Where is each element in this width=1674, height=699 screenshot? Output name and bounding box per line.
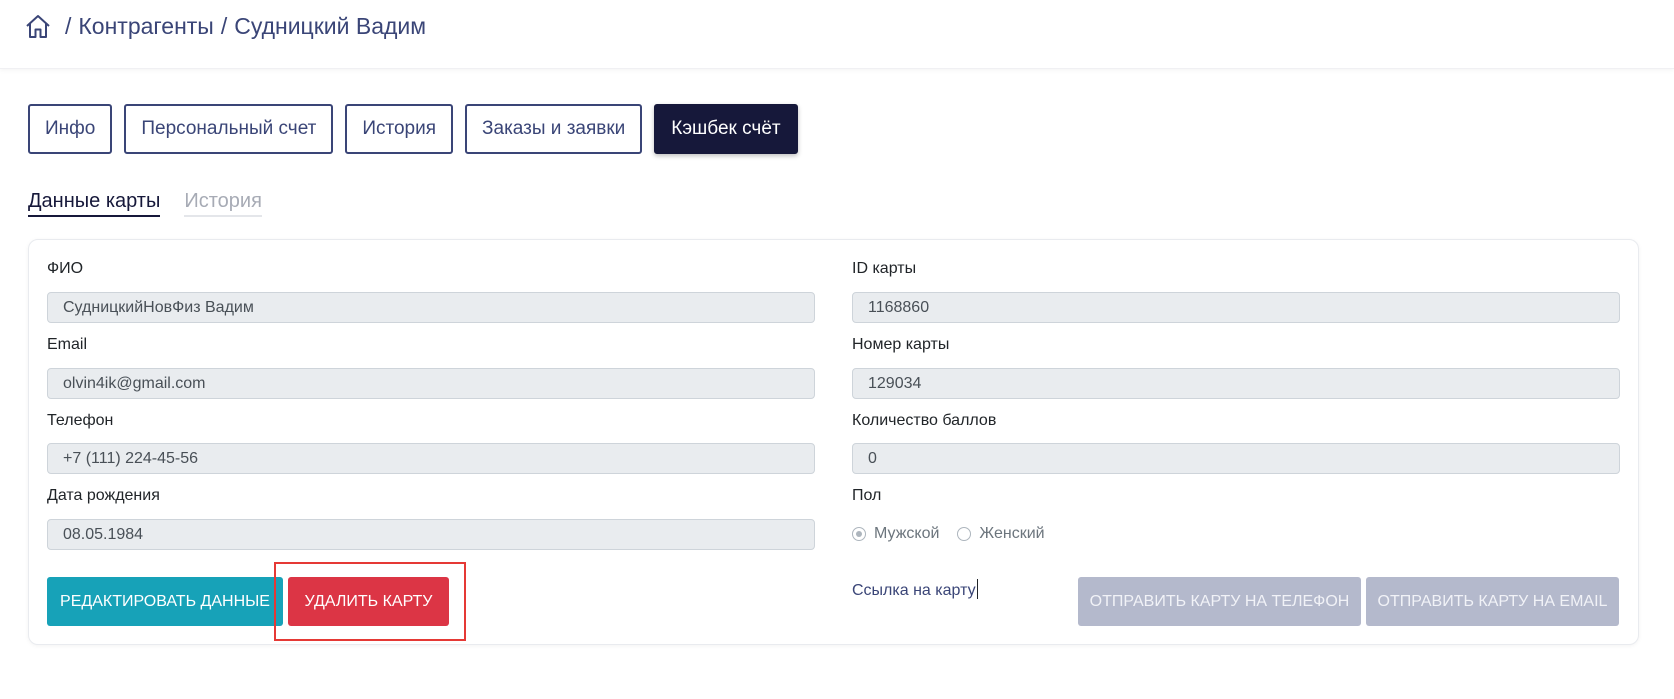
phone-field[interactable]: +7 (111) 224-45-56	[47, 443, 815, 474]
breadcrumb-current: Судницкий Вадим	[234, 12, 427, 39]
card-link[interactable]: Ссылка на карту	[852, 582, 976, 599]
tab-history[interactable]: История	[345, 104, 454, 154]
birth-date-field[interactable]: 08.05.1984	[47, 519, 815, 550]
delete-card-button[interactable]: УДАЛИТЬ КАРТУ	[288, 577, 449, 626]
card-id-label: ID карты	[852, 260, 917, 277]
points-field[interactable]: 0	[852, 443, 1620, 474]
tab-info[interactable]: Инфо	[28, 104, 113, 154]
email-field[interactable]: olvin4ik@gmail.com	[47, 368, 815, 399]
breadcrumb: / Контрагенты / Судницкий Вадим	[24, 12, 426, 40]
top-bar: / Контрагенты / Судницкий Вадим	[0, 0, 1674, 69]
tab-orders[interactable]: Заказы и заявки	[465, 104, 643, 154]
text-cursor	[976, 579, 978, 599]
send-card-to-phone-button[interactable]: ОТПРАВИТЬ КАРТУ НА ТЕЛЕФОН	[1078, 577, 1361, 626]
gender-male-label: Мужской	[874, 525, 940, 542]
subtab-bar: Данные карты История	[28, 190, 262, 217]
gender-female-option[interactable]: Женский	[957, 525, 1045, 543]
radio-unchecked-icon[interactable]	[957, 527, 972, 541]
tab-bar: Инфо Персональный счет История Заказы и …	[28, 104, 798, 154]
gender-label: Пол	[852, 487, 882, 504]
card-id-field[interactable]: 1168860	[852, 292, 1620, 323]
radio-checked-icon[interactable]	[852, 527, 866, 541]
phone-label: Телефон	[47, 412, 114, 429]
points-label: Количество баллов	[852, 412, 997, 429]
tab-personal-account[interactable]: Персональный счет	[124, 104, 334, 154]
edit-data-button[interactable]: РЕДАКТИРОВАТЬ ДАННЫЕ	[47, 577, 283, 626]
birth-date-label: Дата рождения	[47, 487, 160, 504]
home-icon[interactable]	[24, 12, 52, 40]
card-link-area: Ссылка на карту	[852, 579, 978, 600]
card-number-field[interactable]: 129034	[852, 368, 1620, 399]
email-label: Email	[47, 336, 88, 353]
gender-male-option[interactable]: Мужской	[852, 525, 939, 543]
gender-radio-group: Мужской Женский	[852, 525, 1045, 543]
subtab-history[interactable]: История	[184, 190, 262, 217]
breadcrumb-separator: /	[220, 12, 228, 39]
fio-field[interactable]: СудницкийНовФиз Вадим	[47, 292, 815, 323]
breadcrumb-contractors[interactable]: Контрагенты	[78, 13, 213, 40]
breadcrumb-separator: /	[65, 12, 72, 39]
subtab-card-data[interactable]: Данные карты	[28, 190, 161, 217]
card-number-label: Номер карты	[852, 336, 950, 353]
fio-label: ФИО	[47, 260, 84, 277]
tab-cashback-account[interactable]: Кэшбек счёт	[654, 104, 798, 154]
send-card-to-email-button[interactable]: ОТПРАВИТЬ КАРТУ НА EMAIL	[1366, 577, 1619, 626]
gender-female-label: Женский	[979, 525, 1045, 542]
